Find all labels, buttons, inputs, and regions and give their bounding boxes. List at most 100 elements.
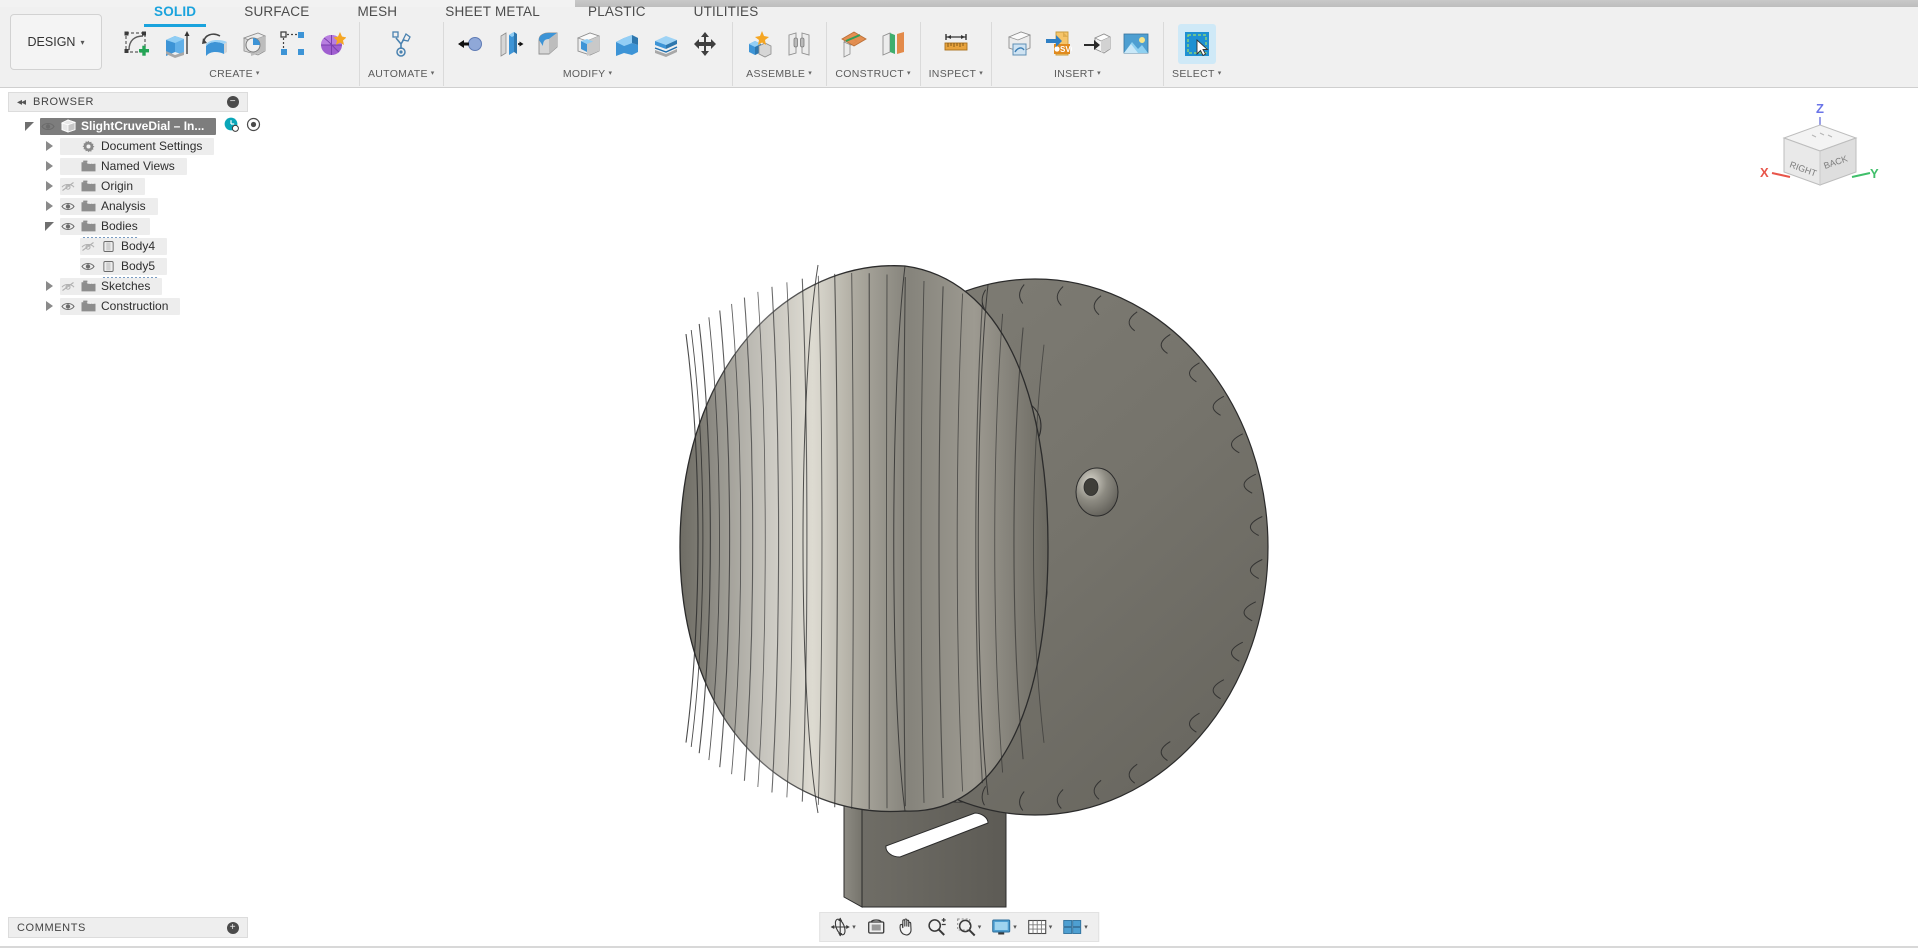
model-3d-view[interactable] (0, 89, 1918, 909)
plane-at-angle-icon[interactable] (874, 24, 912, 64)
tree-item-document-settings[interactable]: Document Settings (8, 136, 248, 156)
visibility-icon[interactable] (40, 121, 55, 132)
fillet-icon[interactable] (530, 24, 568, 64)
expand-arrow-icon[interactable] (42, 161, 56, 171)
tree-item-sketches[interactable]: Sketches (8, 276, 248, 296)
split-body-icon[interactable] (647, 24, 685, 64)
tree-item-body[interactable]: Analysis (60, 198, 158, 215)
panel-label[interactable]: AUTOMATE▾ (368, 66, 435, 82)
chevron-down-icon[interactable]: ▾ (978, 923, 982, 931)
pattern-icon[interactable] (274, 24, 312, 64)
tree-item-body[interactable]: Body5 (80, 258, 167, 275)
knurled-drum[interactable] (680, 265, 1048, 813)
grid-snaps-icon[interactable]: ▾ (1023, 914, 1057, 940)
select-tool-icon[interactable] (1178, 24, 1216, 64)
panel-label[interactable]: CONSTRUCT▾ (835, 66, 910, 82)
tree-item-body5[interactable]: Body5 (8, 256, 248, 276)
visibility-off-icon[interactable] (60, 181, 75, 192)
look-at-icon[interactable] (862, 914, 890, 940)
insert-derive-icon[interactable] (1000, 24, 1038, 64)
zoom-icon[interactable] (922, 914, 950, 940)
minimize-icon[interactable]: − (227, 96, 239, 108)
chevron-down-icon[interactable]: ▾ (1084, 923, 1088, 931)
collapse-arrow-icon[interactable] (22, 122, 36, 131)
activate-radio-badge[interactable] (246, 117, 261, 135)
tree-item-slightcruvedial-in[interactable]: SlightCruveDial – In... (8, 116, 248, 136)
press-pull-icon[interactable] (452, 24, 490, 64)
tree-item-analysis[interactable]: Analysis (8, 196, 248, 216)
visibility-icon[interactable] (60, 201, 75, 212)
comments-panel[interactable]: COMMENTS + (8, 917, 248, 938)
ribbon-tab-solid[interactable]: SOLID (130, 2, 220, 24)
chevron-down-icon[interactable]: ▾ (1049, 923, 1053, 931)
viewports-icon[interactable]: ▾ (1058, 914, 1092, 940)
expand-arrow-icon[interactable] (42, 141, 56, 151)
panel-label[interactable]: MODIFY▾ (563, 66, 612, 82)
insert-mcmaster-icon[interactable] (1078, 24, 1116, 64)
tree-item-body[interactable]: Body4 (80, 238, 167, 255)
panel-label[interactable]: ASSEMBLE▾ (746, 66, 812, 82)
workspace-selector[interactable]: DESIGN ▾ (10, 14, 102, 70)
fit-icon[interactable]: ▾ (952, 914, 986, 940)
display-settings-icon[interactable]: ▾ (987, 914, 1021, 940)
visibility-icon[interactable] (60, 301, 75, 312)
panel-label[interactable]: SELECT▾ (1172, 66, 1221, 82)
tree-item-body[interactable]: Named Views (60, 158, 187, 175)
extrude-icon[interactable] (157, 24, 195, 64)
orbit-icon[interactable]: ▾ (826, 914, 860, 940)
visibility-icon[interactable] (80, 261, 95, 272)
visibility-off-icon[interactable] (60, 281, 75, 292)
expand-arrow-icon[interactable] (42, 201, 56, 211)
viewport-canvas[interactable]: Z X Y RIGHT BACK (0, 89, 1918, 909)
shell-icon[interactable] (569, 24, 607, 64)
dial-assembly[interactable] (680, 265, 1268, 907)
offset-face-icon[interactable] (491, 24, 529, 64)
measure-icon[interactable] (937, 24, 975, 64)
collapse-icon[interactable]: ◂◂ (17, 97, 25, 108)
ribbon-tab-sheet-metal[interactable]: SHEET METAL (421, 2, 564, 24)
automate-generative-icon[interactable] (382, 24, 420, 64)
canvas-image-icon[interactable] (1117, 24, 1155, 64)
tree-item-bodies[interactable]: Bodies (8, 216, 248, 236)
tree-item-body[interactable]: Construction (60, 298, 180, 315)
hole-icon[interactable] (235, 24, 273, 64)
ribbon-tab-mesh[interactable]: MESH (333, 2, 421, 24)
ribbon-tab-plastic[interactable]: PLASTIC (564, 2, 670, 24)
tree-item-body[interactable]: Document Settings (60, 138, 214, 155)
tree-item-named-views[interactable]: Named Views (8, 156, 248, 176)
panel-label[interactable]: INSERT▾ (1054, 66, 1101, 82)
view-cube[interactable]: Z X Y RIGHT BACK (1760, 93, 1880, 203)
panel-label[interactable]: CREATE▾ (209, 66, 259, 82)
create-form-icon[interactable] (313, 24, 351, 64)
ribbon-tab-surface[interactable]: SURFACE (220, 2, 333, 24)
tree-item-body[interactable]: Sketches (60, 278, 162, 295)
pan-icon[interactable] (892, 914, 920, 940)
collapse-arrow-icon[interactable] (42, 222, 56, 231)
offset-plane-icon[interactable] (835, 24, 873, 64)
ribbon-panel-select: SELECT▾ (1163, 22, 1229, 86)
tree-item-origin[interactable]: Origin (8, 176, 248, 196)
visibility-off-icon[interactable] (80, 241, 95, 252)
tree-item-body[interactable]: Origin (60, 178, 145, 195)
move-copy-icon[interactable] (686, 24, 724, 64)
chevron-down-icon[interactable]: ▾ (1013, 923, 1017, 931)
new-component-icon[interactable] (741, 24, 779, 64)
joint-icon[interactable] (780, 24, 818, 64)
expand-arrow-icon[interactable] (42, 181, 56, 191)
tree-item-construction[interactable]: Construction (8, 296, 248, 316)
combine-icon[interactable] (608, 24, 646, 64)
add-comment-icon[interactable]: + (227, 922, 239, 934)
revolve-icon[interactable] (196, 24, 234, 64)
insert-svg-icon[interactable]: SVG (1039, 24, 1077, 64)
visibility-icon[interactable] (60, 221, 75, 232)
ribbon-tab-utilities[interactable]: UTILITIES (670, 2, 783, 24)
expand-arrow-icon[interactable] (42, 281, 56, 291)
chevron-down-icon[interactable]: ▾ (852, 923, 856, 931)
tree-item-body4[interactable]: Body4 (8, 236, 248, 256)
panel-label[interactable]: INSPECT▾ (929, 66, 983, 82)
tree-item-body[interactable]: Bodies (60, 218, 150, 235)
expand-arrow-icon[interactable] (42, 301, 56, 311)
timeline-clock-badge[interactable] (224, 117, 239, 135)
tree-item-body[interactable]: SlightCruveDial – In... (40, 118, 216, 135)
create-sketch-icon[interactable] (118, 24, 156, 64)
